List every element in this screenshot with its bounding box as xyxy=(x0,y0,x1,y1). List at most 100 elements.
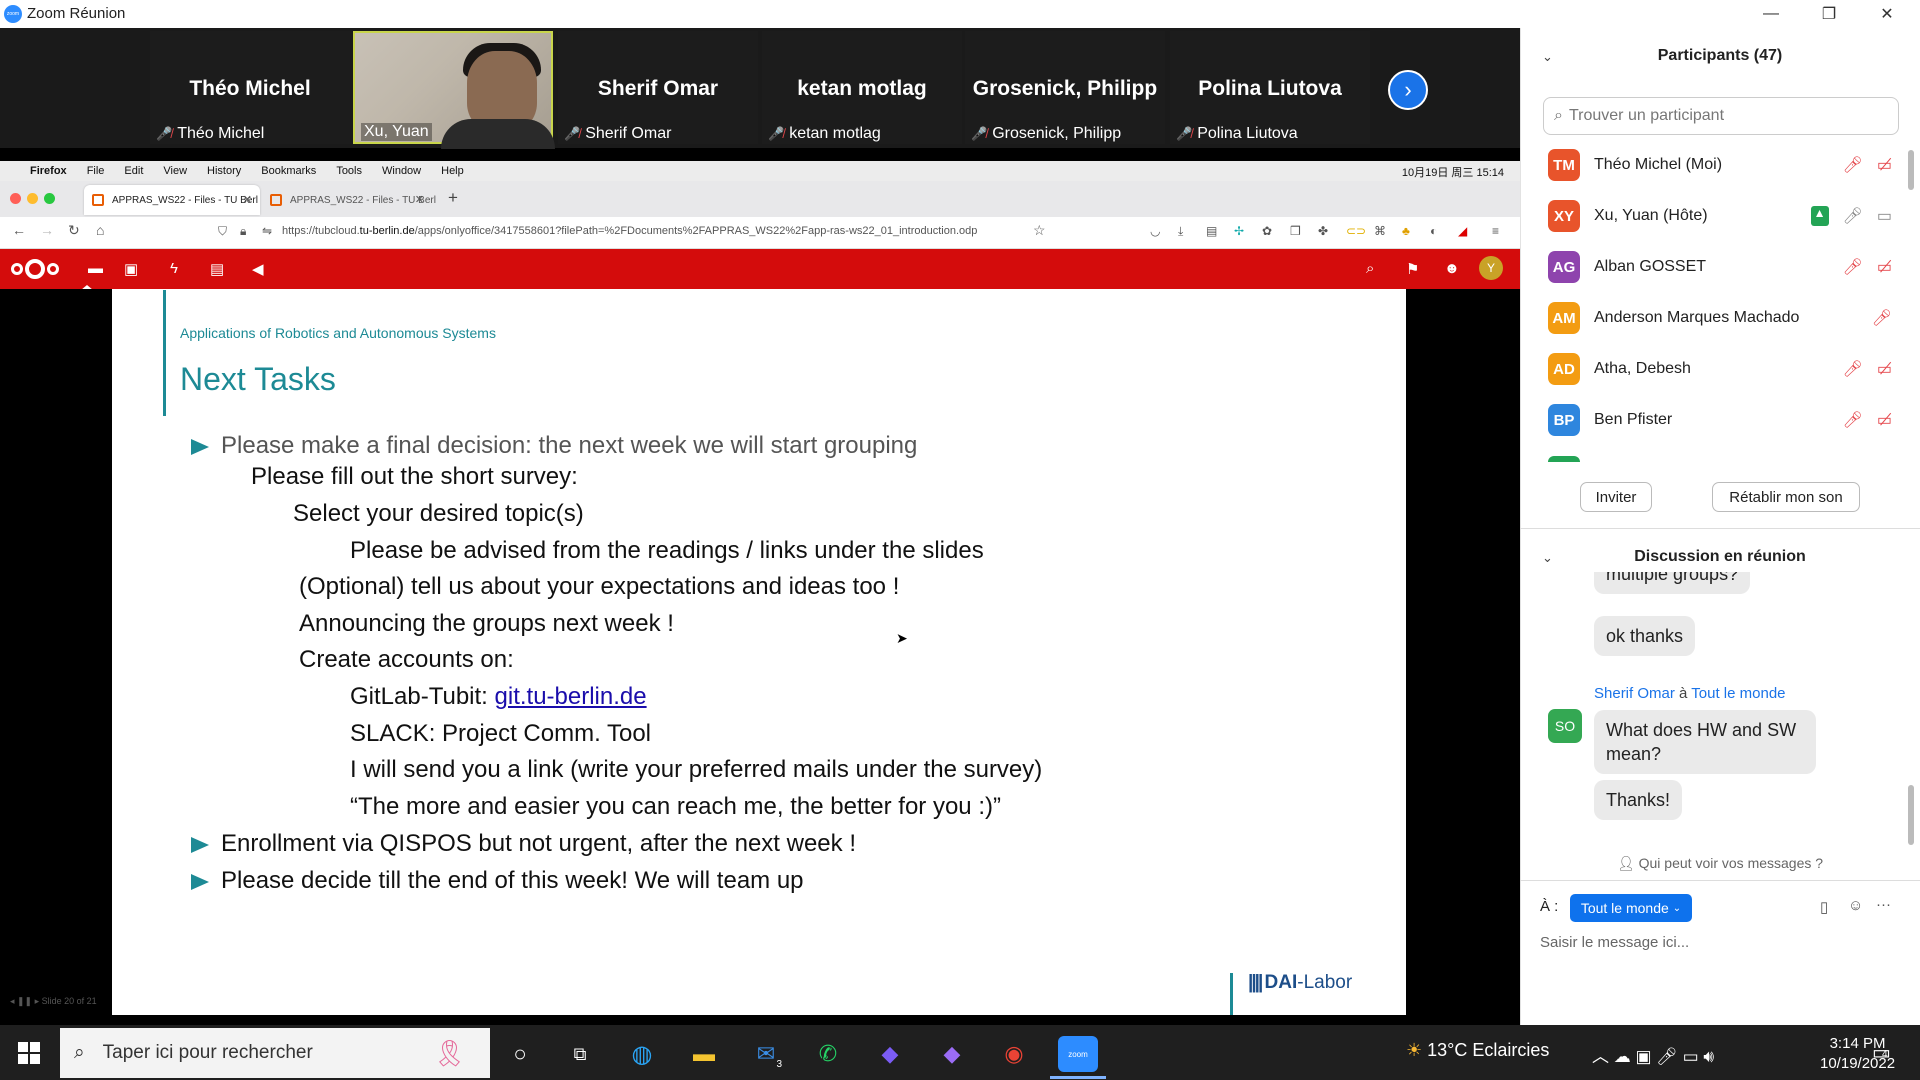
participant-row[interactable]: TM Théo Michel (Moi) 🎤︎ ▭̸ xyxy=(1548,143,1908,187)
mac-minimize-dot[interactable] xyxy=(27,193,38,204)
menu-app[interactable]: Firefox xyxy=(30,165,67,177)
chat-message-input[interactable]: Saisir le message ici... xyxy=(1540,934,1689,951)
close-tab-icon[interactable]: ✕ xyxy=(415,193,424,206)
mail-icon[interactable]: ✉ 3 xyxy=(748,1036,784,1072)
mic-muted-icon[interactable]: 🎤︎ xyxy=(1843,410,1863,430)
pdf-icon[interactable]: ◢ xyxy=(1458,224,1467,238)
participant-row[interactable]: XY Xu, Yuan (Hôte) ▲ 🎤︎ ▭ xyxy=(1548,194,1908,238)
participant-search-input[interactable]: ⌕ Trouver un participant xyxy=(1543,97,1899,135)
url-bar[interactable]: https://tubcloud.tu-berlin.de/apps/onlyo… xyxy=(282,225,977,237)
edge-icon[interactable]: ◍ xyxy=(624,1036,660,1072)
nextcloud-logo-icon[interactable] xyxy=(10,257,60,281)
lock-icon[interactable]: 🔒︎ xyxy=(240,224,246,239)
mic-muted-icon[interactable]: 🎤︎ xyxy=(1843,257,1863,277)
volume-icon[interactable]: 🔊︎ xyxy=(1703,1047,1714,1066)
microphone-icon[interactable]: 🎤︎ xyxy=(1656,1047,1682,1066)
shield-icon[interactable]: ⛉ xyxy=(218,224,227,239)
browser-tab-active[interactable]: APPRAS_WS22 - Files - TU Berl ✕ xyxy=(84,185,260,215)
weather-widget[interactable]: ☀︎ 13°C Eclaircies xyxy=(1406,1040,1549,1061)
extension-icon[interactable]: ◐ xyxy=(1430,224,1437,238)
participant-row[interactable]: BP Ben Pfister 🎤︎ ▭̸ xyxy=(1548,398,1908,442)
menu-bookmarks[interactable]: Bookmarks xyxy=(261,165,316,177)
notifications-icon[interactable]: ⚑ xyxy=(1406,260,1419,278)
mic-muted-icon[interactable]: 🎤︎ xyxy=(1872,308,1892,328)
photos-icon[interactable]: ▣ xyxy=(124,260,138,278)
video-on-icon[interactable]: ▭ xyxy=(1877,206,1892,226)
menu-history[interactable]: History xyxy=(207,165,241,177)
new-tab-button[interactable]: + xyxy=(448,188,458,208)
participant-row[interactable]: AM Anderson Marques Machado 🎤︎ xyxy=(1548,296,1908,340)
bookmark-star-icon[interactable]: ☆ xyxy=(1033,222,1046,239)
participant-row[interactable]: AD Atha, Debesh 🎤︎ ▭̸ xyxy=(1548,347,1908,391)
menu-help[interactable]: Help xyxy=(441,165,464,177)
obsidian-icon[interactable]: ◆ xyxy=(934,1036,970,1072)
extension-icon[interactable]: ✿ xyxy=(1262,224,1272,238)
obsidian-icon[interactable]: ◆ xyxy=(872,1036,908,1072)
video-off-icon[interactable]: ▭̸ xyxy=(1877,410,1892,430)
activity-icon[interactable]: ϟ xyxy=(170,260,178,277)
menu-view[interactable]: View xyxy=(163,165,187,177)
video-off-icon[interactable]: ▭̸ xyxy=(1877,257,1892,277)
menu-file[interactable]: File xyxy=(87,165,105,177)
extension-icon[interactable]: ❒ xyxy=(1290,224,1301,238)
whatsapp-icon[interactable]: ✆ xyxy=(810,1036,846,1072)
user-avatar[interactable]: Y xyxy=(1479,256,1503,280)
extension-icon[interactable]: ⊂⊃ xyxy=(1346,224,1366,238)
restore-button[interactable]: ❐ xyxy=(1800,0,1858,28)
chevron-up-icon[interactable]: ︿ xyxy=(1592,1047,1614,1066)
emoji-icon[interactable]: ☺ xyxy=(1848,897,1863,914)
zoom-app-icon[interactable]: zoom xyxy=(1058,1036,1098,1072)
chat-scrollbar[interactable] xyxy=(1908,785,1914,845)
cortana-icon[interactable]: ○ xyxy=(502,1036,538,1072)
gitlab-link[interactable]: git.tu-berlin.de xyxy=(495,683,647,710)
contacts-icon[interactable]: ☻ xyxy=(1444,260,1460,277)
reader-icon[interactable]: ▤ xyxy=(1206,224,1217,238)
permissions-icon[interactable]: ⇋ xyxy=(262,224,272,238)
taskbar-search-input[interactable]: ⌕ Taper ici pour rechercher 🎗︎ xyxy=(60,1028,490,1078)
video-tile[interactable]: Grosenick, Philipp 🎤̸ Grosenick, Philipp xyxy=(965,31,1165,144)
menu-edit[interactable]: Edit xyxy=(124,165,143,177)
task-view-icon[interactable]: ⧉ xyxy=(562,1036,598,1072)
video-tile[interactable]: Théo Michel 🎤̸ Théo Michel xyxy=(150,31,350,144)
forward-icon[interactable]: → xyxy=(40,222,54,238)
extension-icon[interactable]: ✢ xyxy=(1234,224,1244,238)
menu-window[interactable]: Window xyxy=(382,165,421,177)
file-explorer-icon[interactable]: ▬ xyxy=(686,1036,722,1072)
mic-on-icon[interactable]: 🎤︎ xyxy=(1843,206,1863,226)
notification-icon[interactable]: ▭ 4 xyxy=(1872,1040,1891,1065)
announcements-icon[interactable]: ◀ xyxy=(252,260,264,278)
video-tile[interactable]: Sherif Omar 🎤̸ Sherif Omar xyxy=(558,31,758,144)
windows-start-icon[interactable] xyxy=(18,1042,40,1064)
system-tray[interactable]: ︿ ☁︎ ▣ 🎤︎ ▭ 🔊︎ xyxy=(1592,1042,1714,1067)
home-icon[interactable]: ⌂ xyxy=(96,222,104,238)
invite-button[interactable]: Inviter xyxy=(1580,482,1652,512)
deck-icon[interactable]: ▤ xyxy=(210,260,224,278)
participant-row[interactable]: AG Alban GOSSET 🎤︎ ▭̸ xyxy=(1548,245,1908,289)
pocket-icon[interactable]: ◡ xyxy=(1150,224,1160,238)
who-can-see-link[interactable]: 👤︎ Qui peut voir vos messages ? xyxy=(1520,855,1920,872)
menu-icon[interactable]: ≡ xyxy=(1492,224,1499,238)
back-icon[interactable]: ← xyxy=(12,222,26,238)
browser-tab[interactable]: APPRAS_WS22 - Files - TU Berl ✕ xyxy=(262,185,436,215)
extension-icon[interactable]: ⌘ xyxy=(1374,224,1386,238)
close-button[interactable]: ✕ xyxy=(1858,0,1916,28)
download-icon[interactable]: ⤓ xyxy=(1178,224,1183,239)
files-icon[interactable]: ▬ xyxy=(88,260,103,277)
close-tab-icon[interactable]: ✕ xyxy=(243,193,252,206)
video-off-icon[interactable]: ▭̸ xyxy=(1877,155,1892,175)
minimize-button[interactable]: — xyxy=(1742,0,1800,28)
battery-icon[interactable]: ▭ xyxy=(1683,1047,1704,1066)
video-tile[interactable]: Polina Liutova 🎤̸ Polina Liutova xyxy=(1170,31,1370,144)
mic-muted-icon[interactable]: 🎤︎ xyxy=(1843,155,1863,175)
mac-zoom-dot[interactable] xyxy=(44,193,55,204)
extension-icon[interactable]: ♣ xyxy=(1402,224,1410,238)
video-tile[interactable]: ketan motlag 🎤̸ ketan motlag xyxy=(762,31,962,144)
next-page-button[interactable]: › xyxy=(1388,70,1428,110)
search-icon[interactable]: ⌕ xyxy=(1366,260,1374,277)
onedrive-icon[interactable]: ☁︎ xyxy=(1614,1047,1636,1066)
more-icon[interactable]: ··· xyxy=(1876,896,1891,913)
mic-muted-icon[interactable]: 🎤︎ xyxy=(1843,359,1863,379)
recipient-dropdown[interactable]: Tout le monde ⌄ xyxy=(1570,894,1692,922)
participants-scrollbar[interactable] xyxy=(1908,150,1914,190)
unmute-button[interactable]: Rétablir mon son xyxy=(1712,482,1860,512)
